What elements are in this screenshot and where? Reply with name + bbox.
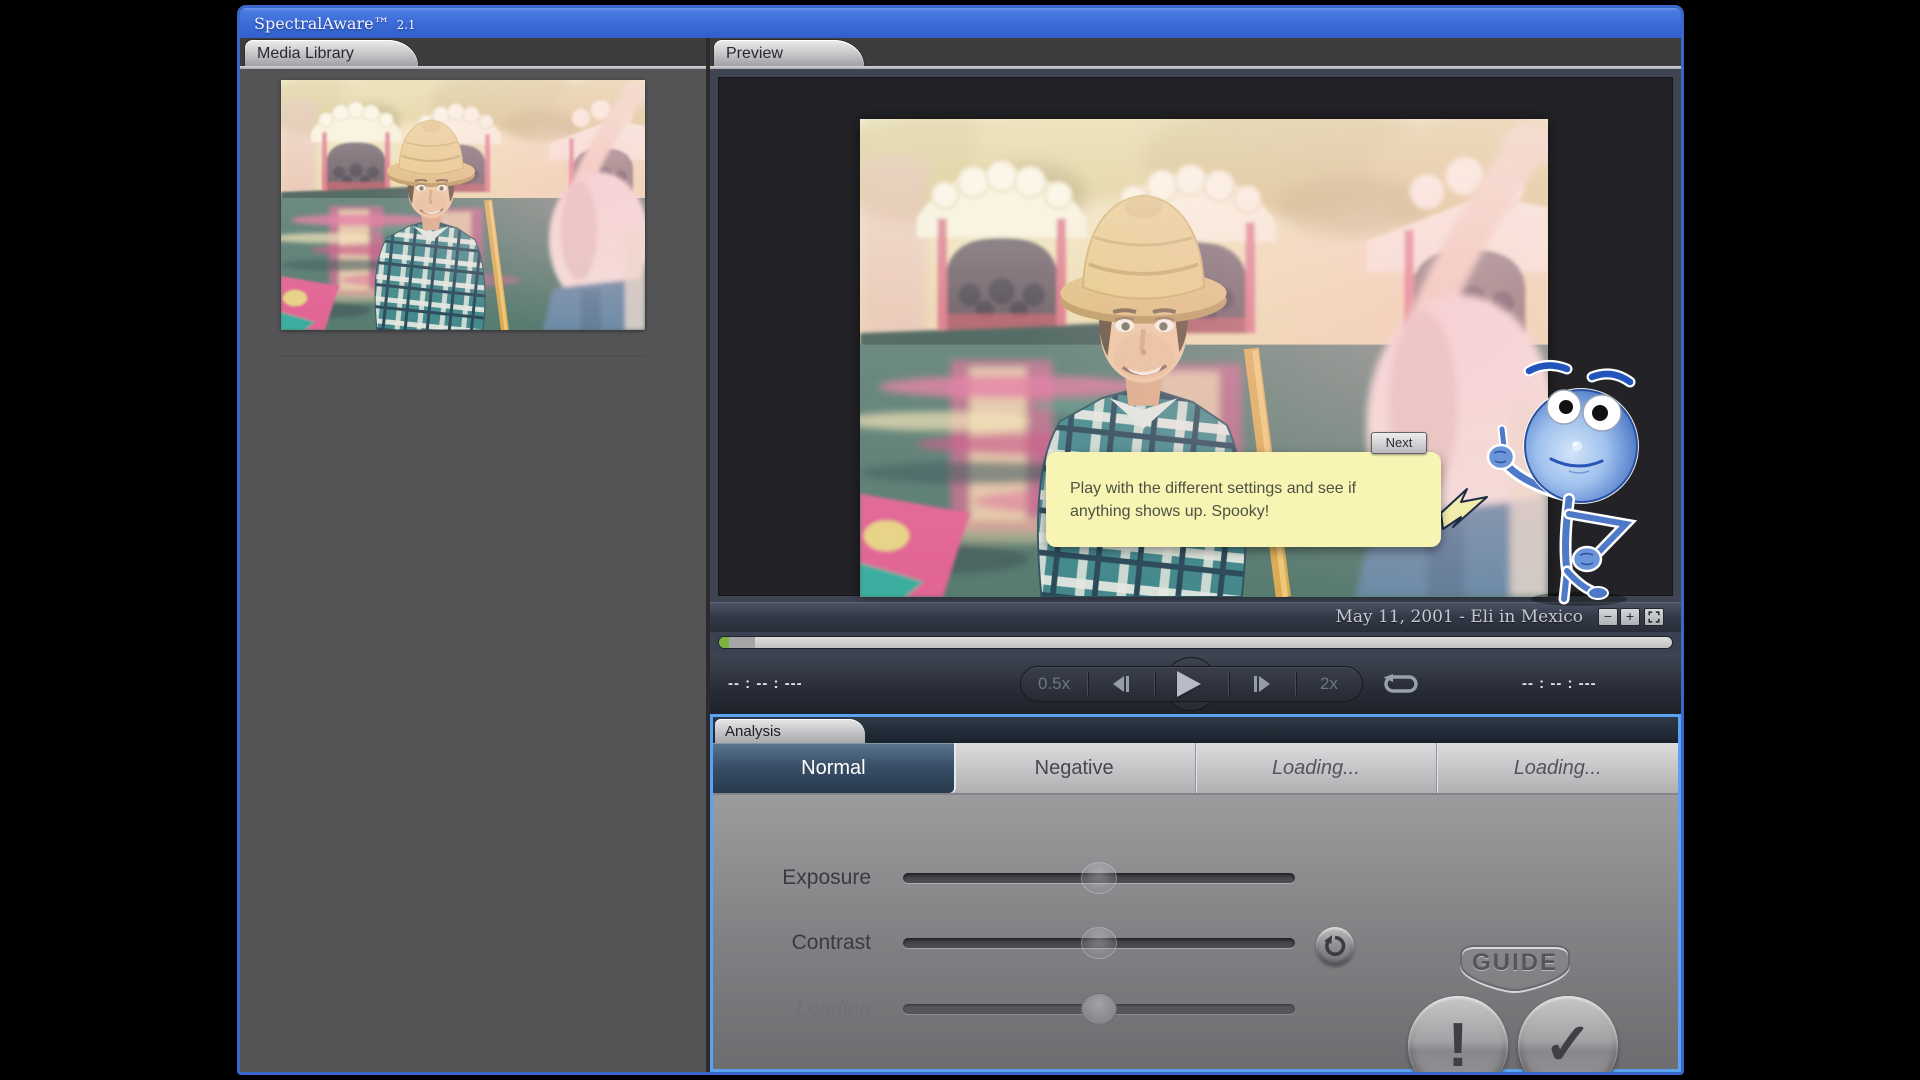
slider-thumb-0[interactable] (1081, 862, 1117, 894)
preview-panel: Next Play with the different settings an… (710, 69, 1681, 602)
analysis-body: Exposure Contrast Loading (713, 795, 1678, 1069)
analysis-header: Analysis (713, 717, 1678, 743)
tab-preview[interactable]: Preview (714, 40, 864, 66)
prev-frame-button[interactable] (1088, 667, 1154, 701)
app-title: SpectralAware™2.1 (254, 8, 416, 41)
speed-down-label: 0.5x (1038, 674, 1070, 694)
slider-label-loading: Loading (713, 994, 871, 1024)
mascot-character (1474, 359, 1674, 609)
play-icon (1177, 671, 1201, 697)
guide-tooltip: Play with the different settings and see… (1046, 452, 1441, 547)
prev-frame-icon (1111, 674, 1131, 694)
time-display-right: -- : -- : --- (1522, 668, 1597, 700)
scrubber-progress (719, 637, 729, 648)
tab-media-library[interactable]: Media Library (245, 40, 418, 66)
tooltip-line-2: anything shows up. Spooky! (1070, 500, 1356, 523)
time-display-left: -- : -- : --- (728, 668, 803, 700)
alert-icon: ! (1448, 1011, 1469, 1075)
mode-tab-label: Loading... (1514, 757, 1602, 779)
guide-button[interactable]: GUIDE (1447, 940, 1583, 996)
slider-label-contrast: Contrast (713, 928, 871, 958)
alert-button[interactable]: ! (1408, 996, 1508, 1075)
loop-icon (1382, 672, 1420, 696)
mode-tab-loading-1: Loading... (1195, 743, 1437, 793)
speed-down-button[interactable]: 0.5x (1021, 667, 1087, 701)
mode-tab-loading-2: Loading... (1436, 743, 1678, 793)
media-list-separator (281, 356, 645, 358)
title-bar[interactable]: SpectralAware™2.1 (240, 8, 1681, 38)
media-library-panel (240, 69, 706, 1072)
zoom-in-button[interactable]: + (1620, 608, 1640, 626)
tab-media-library-label: Media Library (257, 45, 354, 62)
tab-preview-label: Preview (726, 45, 783, 62)
next-frame-icon (1252, 674, 1272, 694)
loading-slider (903, 1004, 1295, 1014)
reset-button[interactable] (1316, 927, 1354, 965)
app-version: 2.1 (397, 18, 416, 32)
speed-up-button[interactable]: 2x (1296, 667, 1362, 701)
next-button[interactable]: Next (1371, 432, 1427, 454)
speed-up-label: 2x (1320, 674, 1338, 694)
slider-label-exposure: Exposure (713, 863, 871, 893)
reset-icon (1322, 933, 1348, 959)
confirm-icon: ✓ (1544, 1012, 1593, 1075)
panel-tab-strip (240, 38, 1681, 68)
preview-canvas: Next Play with the different settings an… (718, 77, 1673, 596)
tooltip-pointer (1441, 485, 1496, 536)
fullscreen-button[interactable] (1644, 608, 1664, 626)
exposure-slider[interactable] (903, 873, 1295, 883)
timeline-scrubber[interactable] (718, 636, 1673, 649)
mode-tab-negative[interactable]: Negative (954, 743, 1195, 793)
mode-tab-label: Normal (801, 757, 865, 779)
transport-bar: -- : -- : --- -- : -- : --- 0.5x 2x (710, 654, 1681, 714)
app-window: SpectralAware™2.1 Media Library Preview (237, 5, 1684, 1075)
contrast-slider[interactable] (903, 938, 1295, 948)
next-button-label: Next (1386, 435, 1413, 450)
mode-tab-label: Negative (1035, 757, 1114, 779)
tooltip-line-1: Play with the different settings and see… (1070, 477, 1356, 500)
media-thumbnail-image (281, 80, 645, 330)
scrubber-buffer (729, 637, 755, 648)
zoom-in-label: + (1626, 608, 1634, 624)
scrubber-strip (710, 632, 1681, 654)
zoom-out-button[interactable]: − (1598, 608, 1618, 626)
media-thumbnail[interactable] (281, 80, 645, 330)
slider-thumb-2 (1081, 993, 1117, 1025)
guide-button-label: GUIDE (1447, 949, 1583, 977)
zoom-out-label: − (1604, 608, 1612, 624)
analysis-panel: Analysis Normal Negative Loading... Load… (710, 714, 1681, 1072)
next-frame-button[interactable] (1229, 667, 1295, 701)
analysis-mode-tabbar: Normal Negative Loading... Loading... (713, 743, 1678, 795)
confirm-button[interactable]: ✓ (1518, 996, 1618, 1075)
fullscreen-icon (1648, 611, 1660, 623)
slider-thumb-1[interactable] (1081, 927, 1117, 959)
tab-analysis[interactable]: Analysis (715, 719, 865, 743)
mode-tab-label: Loading... (1272, 757, 1360, 779)
mode-tab-normal[interactable]: Normal (713, 743, 954, 793)
tab-analysis-label: Analysis (725, 723, 781, 740)
loop-button[interactable] (1382, 672, 1420, 701)
